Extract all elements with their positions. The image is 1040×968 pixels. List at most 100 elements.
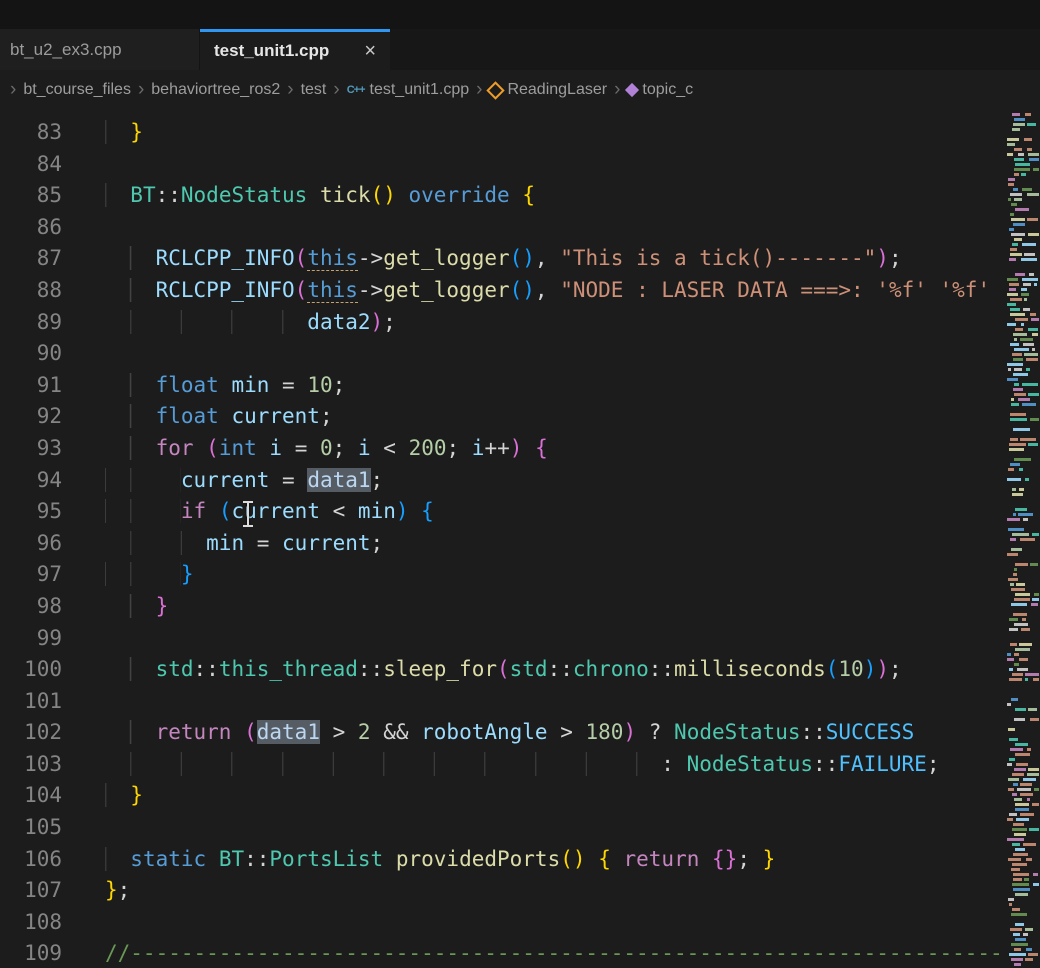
- code-token: i: [472, 436, 485, 460]
- code-token: 10: [307, 373, 332, 397]
- code-line[interactable]: 97 }: [0, 559, 1040, 591]
- minimap-code-block: [1024, 298, 1027, 301]
- code-token: tick: [320, 183, 371, 207]
- minimap-code-block: [1012, 828, 1027, 831]
- code-line[interactable]: 107};: [0, 875, 1040, 907]
- code-line[interactable]: 92 float current;: [0, 401, 1040, 433]
- code-token: [611, 847, 624, 871]
- minimap-code-block: [1007, 478, 1021, 481]
- minimap-code-block: [1011, 203, 1017, 206]
- code-token: ): [510, 436, 523, 460]
- code-line[interactable]: 100 std::this_thread::sleep_for(std::chr…: [0, 654, 1040, 686]
- indent-guides: [105, 120, 130, 144]
- line-number: 92: [0, 401, 62, 433]
- breadcrumb-label: behaviortree_ros2: [151, 81, 280, 99]
- code-line[interactable]: 89 data2);: [0, 307, 1040, 339]
- code-line[interactable]: 98 }: [0, 591, 1040, 623]
- code-line[interactable]: 106 static BT::PortsList providedPorts()…: [0, 844, 1040, 876]
- minimap-code-block: [1010, 248, 1017, 251]
- code-token: if: [181, 499, 206, 523]
- minimap[interactable]: [1006, 110, 1040, 968]
- line-number: 89: [0, 307, 62, 339]
- breadcrumb-item-behaviortree-ros2[interactable]: behaviortree_ros2: [151, 81, 280, 99]
- minimap-code-block: [1015, 708, 1026, 711]
- code-line[interactable]: 104 }: [0, 780, 1040, 812]
- minimap-code-block: [1014, 718, 1025, 721]
- code-line[interactable]: 103 : NodeStatus::FAILURE;: [0, 749, 1040, 781]
- minimap-code-block: [1023, 308, 1030, 311]
- indent-guides: [105, 499, 181, 523]
- minimap-code-block: [1007, 763, 1012, 766]
- minimap-code-block: [1009, 288, 1016, 291]
- tab-bt-u2-ex3[interactable]: bt_u2_ex3.cpp: [0, 29, 200, 70]
- breadcrumb-item-file[interactable]: C++ test_unit1.cpp: [347, 81, 469, 99]
- code-line[interactable]: 96 min = current;: [0, 528, 1040, 560]
- code-token: i: [269, 436, 282, 460]
- code-line[interactable]: 95 if (current < min) {: [0, 496, 1040, 528]
- minimap-code-block: [1014, 653, 1019, 656]
- breadcrumb-item-topic-callback[interactable]: topic_c: [627, 81, 693, 99]
- code-line[interactable]: 101: [0, 686, 1040, 718]
- line-number: 101: [0, 686, 62, 718]
- code-line[interactable]: 91 float min = 10;: [0, 370, 1040, 402]
- code-token: 200: [409, 436, 447, 460]
- breadcrumb-item-test[interactable]: test: [301, 81, 327, 99]
- minimap-code-block: [1027, 193, 1039, 196]
- code-line[interactable]: 102 return (data1 > 2 && robotAngle > 18…: [0, 717, 1040, 749]
- code-line[interactable]: 87 RCLCPP_INFO(this->get_logger(), "This…: [0, 243, 1040, 275]
- code-line[interactable]: 108: [0, 907, 1040, 939]
- minimap-code-block: [1012, 673, 1023, 676]
- line-number: 96: [0, 528, 62, 560]
- minimap-code-block: [1028, 393, 1039, 396]
- minimap-code-block: [1024, 253, 1035, 256]
- breadcrumb-item-bt-course-files[interactable]: bt_course_files: [23, 81, 131, 99]
- minimap-code-block: [1010, 413, 1026, 416]
- code-line[interactable]: 109//-----------------------------------…: [0, 938, 1040, 968]
- minimap-code-block: [1017, 788, 1031, 791]
- indent-guides: [105, 278, 156, 302]
- code-token: ,: [535, 246, 560, 270]
- minimap-code-block: [1009, 443, 1026, 446]
- code-token: (: [295, 278, 308, 302]
- code-editor[interactable]: 83 }8485 BT::NodeStatus tick() override …: [0, 110, 1040, 968]
- indent-guides: [105, 594, 156, 618]
- code-line[interactable]: 88 RCLCPP_INFO(this->get_logger(), "NODE…: [0, 275, 1040, 307]
- minimap-code-block: [1012, 353, 1022, 356]
- indent-guides: [105, 752, 661, 776]
- minimap-code-block: [1008, 528, 1024, 531]
- code-text: float min = 10;: [105, 370, 345, 402]
- tab-test-unit1[interactable]: test_unit1.cpp ×: [200, 29, 390, 70]
- minimap-code-block: [1032, 533, 1039, 536]
- code-token: (): [510, 278, 535, 302]
- code-token: ::: [194, 657, 219, 681]
- minimap-code-block: [1011, 698, 1018, 701]
- code-token: ;: [371, 531, 384, 555]
- code-line[interactable]: 93 for (int i = 0; i < 200; i++) {: [0, 433, 1040, 465]
- close-icon[interactable]: ×: [364, 41, 376, 61]
- minimap-code-block: [1024, 353, 1038, 356]
- minimap-code-block: [1014, 368, 1022, 371]
- code-line[interactable]: 85 BT::NodeStatus tick() override {: [0, 180, 1040, 212]
- minimap-code-block: [1014, 348, 1029, 351]
- minimap-code-block: [1013, 783, 1018, 786]
- minimap-code-block: [1007, 323, 1016, 326]
- code-line[interactable]: 83 }: [0, 117, 1040, 149]
- line-number: 97: [0, 559, 62, 591]
- code-line[interactable]: 90: [0, 338, 1040, 370]
- code-line[interactable]: 84: [0, 149, 1040, 181]
- code-line[interactable]: 94 current = data1;: [0, 465, 1040, 497]
- code-line[interactable]: 105: [0, 812, 1040, 844]
- code-token: "NODE : LASER DATA ===>: '%f' '%f': [560, 278, 990, 302]
- code-token: {}: [712, 847, 737, 871]
- code-line[interactable]: 99: [0, 623, 1040, 655]
- code-token: :: [661, 752, 686, 776]
- minimap-code-block: [1014, 158, 1024, 161]
- breadcrumb-item-readinglaser[interactable]: ReadingLaser: [489, 81, 607, 99]
- minimap-code-block: [1020, 338, 1033, 341]
- minimap-code-block: [1008, 778, 1019, 781]
- code-line[interactable]: 86: [0, 212, 1040, 244]
- code-token: float: [156, 373, 219, 397]
- minimap-code-block: [1023, 343, 1034, 346]
- line-number: 108: [0, 907, 62, 939]
- code-text: min = current;: [105, 528, 383, 560]
